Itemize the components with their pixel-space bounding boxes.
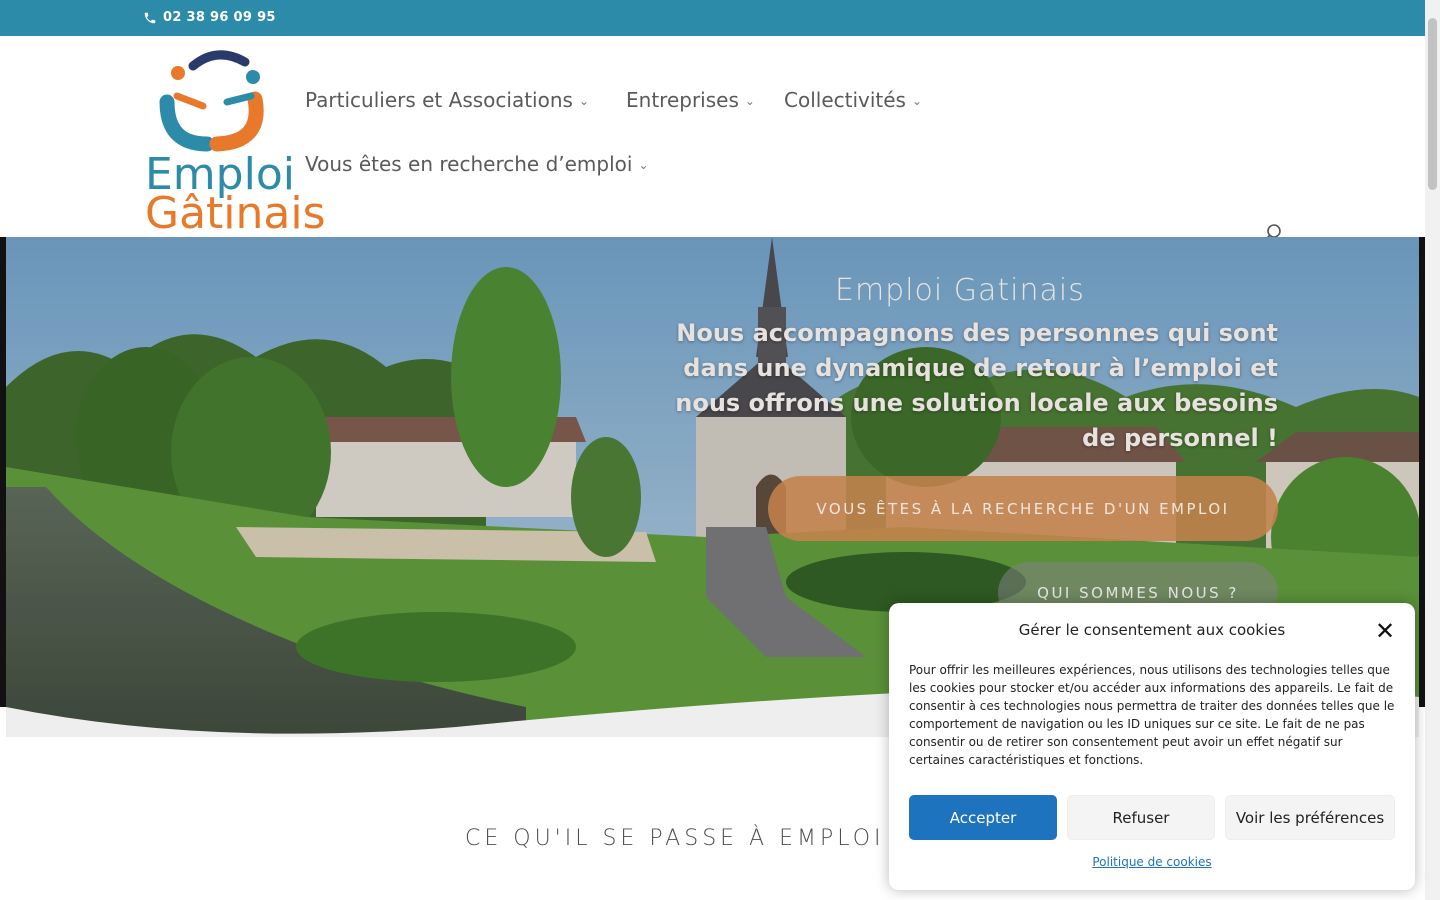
cta-job-search-button[interactable]: VOUS ÊTES À LA RECHERCHE D'UN EMPLOI bbox=[768, 476, 1278, 541]
svg-text:Gâtinais: Gâtinais bbox=[145, 188, 326, 234]
chevron-down-icon: ⌄ bbox=[744, 94, 755, 108]
nav-item-collectivites[interactable]: Collectivités ⌄ bbox=[784, 88, 922, 112]
site-logo[interactable]: Emploi Gâtinais bbox=[145, 44, 365, 239]
top-bar: 02 38 96 09 95 bbox=[0, 0, 1425, 36]
chevron-down-icon: ⌄ bbox=[911, 94, 923, 108]
nav-item-label: Particuliers et Associations bbox=[305, 88, 573, 112]
hero-title: Emploi Gatinais bbox=[835, 273, 1085, 308]
cookie-description: Pour offrir les meilleures expériences, … bbox=[909, 663, 1395, 767]
nav-item-label: Vous êtes en recherche d’emploi bbox=[305, 152, 633, 176]
page: 02 38 96 09 95 Emploi Gâtinais Particuli… bbox=[0, 0, 1440, 900]
nav-item-recherche-emploi[interactable]: Vous êtes en recherche d’emploi ⌄ bbox=[305, 152, 649, 176]
cookie-consent-dialog: Gérer le consentement aux cookies ✕ Pour… bbox=[889, 603, 1415, 890]
close-icon[interactable]: ✕ bbox=[1375, 619, 1395, 643]
refuse-button[interactable]: Refuser bbox=[1067, 795, 1215, 840]
hero-border-left bbox=[0, 237, 6, 707]
hero-text: Nous accompagnons des personnes qui sont… bbox=[675, 319, 1278, 452]
site-header: Emploi Gâtinais Particuliers et Associat… bbox=[0, 36, 1425, 242]
logo-graphic: Emploi Gâtinais bbox=[145, 50, 326, 239]
accept-button[interactable]: Accepter bbox=[909, 795, 1057, 840]
cookie-title: Gérer le consentement aux cookies bbox=[1018, 621, 1286, 639]
scrollbar-thumb[interactable] bbox=[1428, 18, 1437, 190]
preferences-button[interactable]: Voir les préférences bbox=[1225, 795, 1395, 840]
nav-item-label: Entreprises bbox=[626, 88, 739, 112]
phone-number: 02 38 96 09 95 bbox=[163, 10, 276, 25]
phone-icon bbox=[144, 12, 156, 23]
scrollbar[interactable] bbox=[1425, 0, 1440, 900]
chevron-down-icon: ⌄ bbox=[638, 158, 649, 172]
chevron-down-icon: ⌄ bbox=[578, 94, 589, 108]
section-title: CE QU'IL SE PASSE À EMPLOI GAT bbox=[465, 826, 952, 851]
nav-item-entreprises[interactable]: Entreprises ⌄ bbox=[626, 88, 755, 112]
nav-item-label: Collectivités bbox=[784, 88, 906, 112]
cookie-policy-link[interactable]: Politique de cookies bbox=[889, 855, 1415, 869]
nav-item-particuliers[interactable]: Particuliers et Associations ⌄ bbox=[305, 88, 589, 112]
phone-link[interactable]: 02 38 96 09 95 bbox=[143, 10, 276, 25]
